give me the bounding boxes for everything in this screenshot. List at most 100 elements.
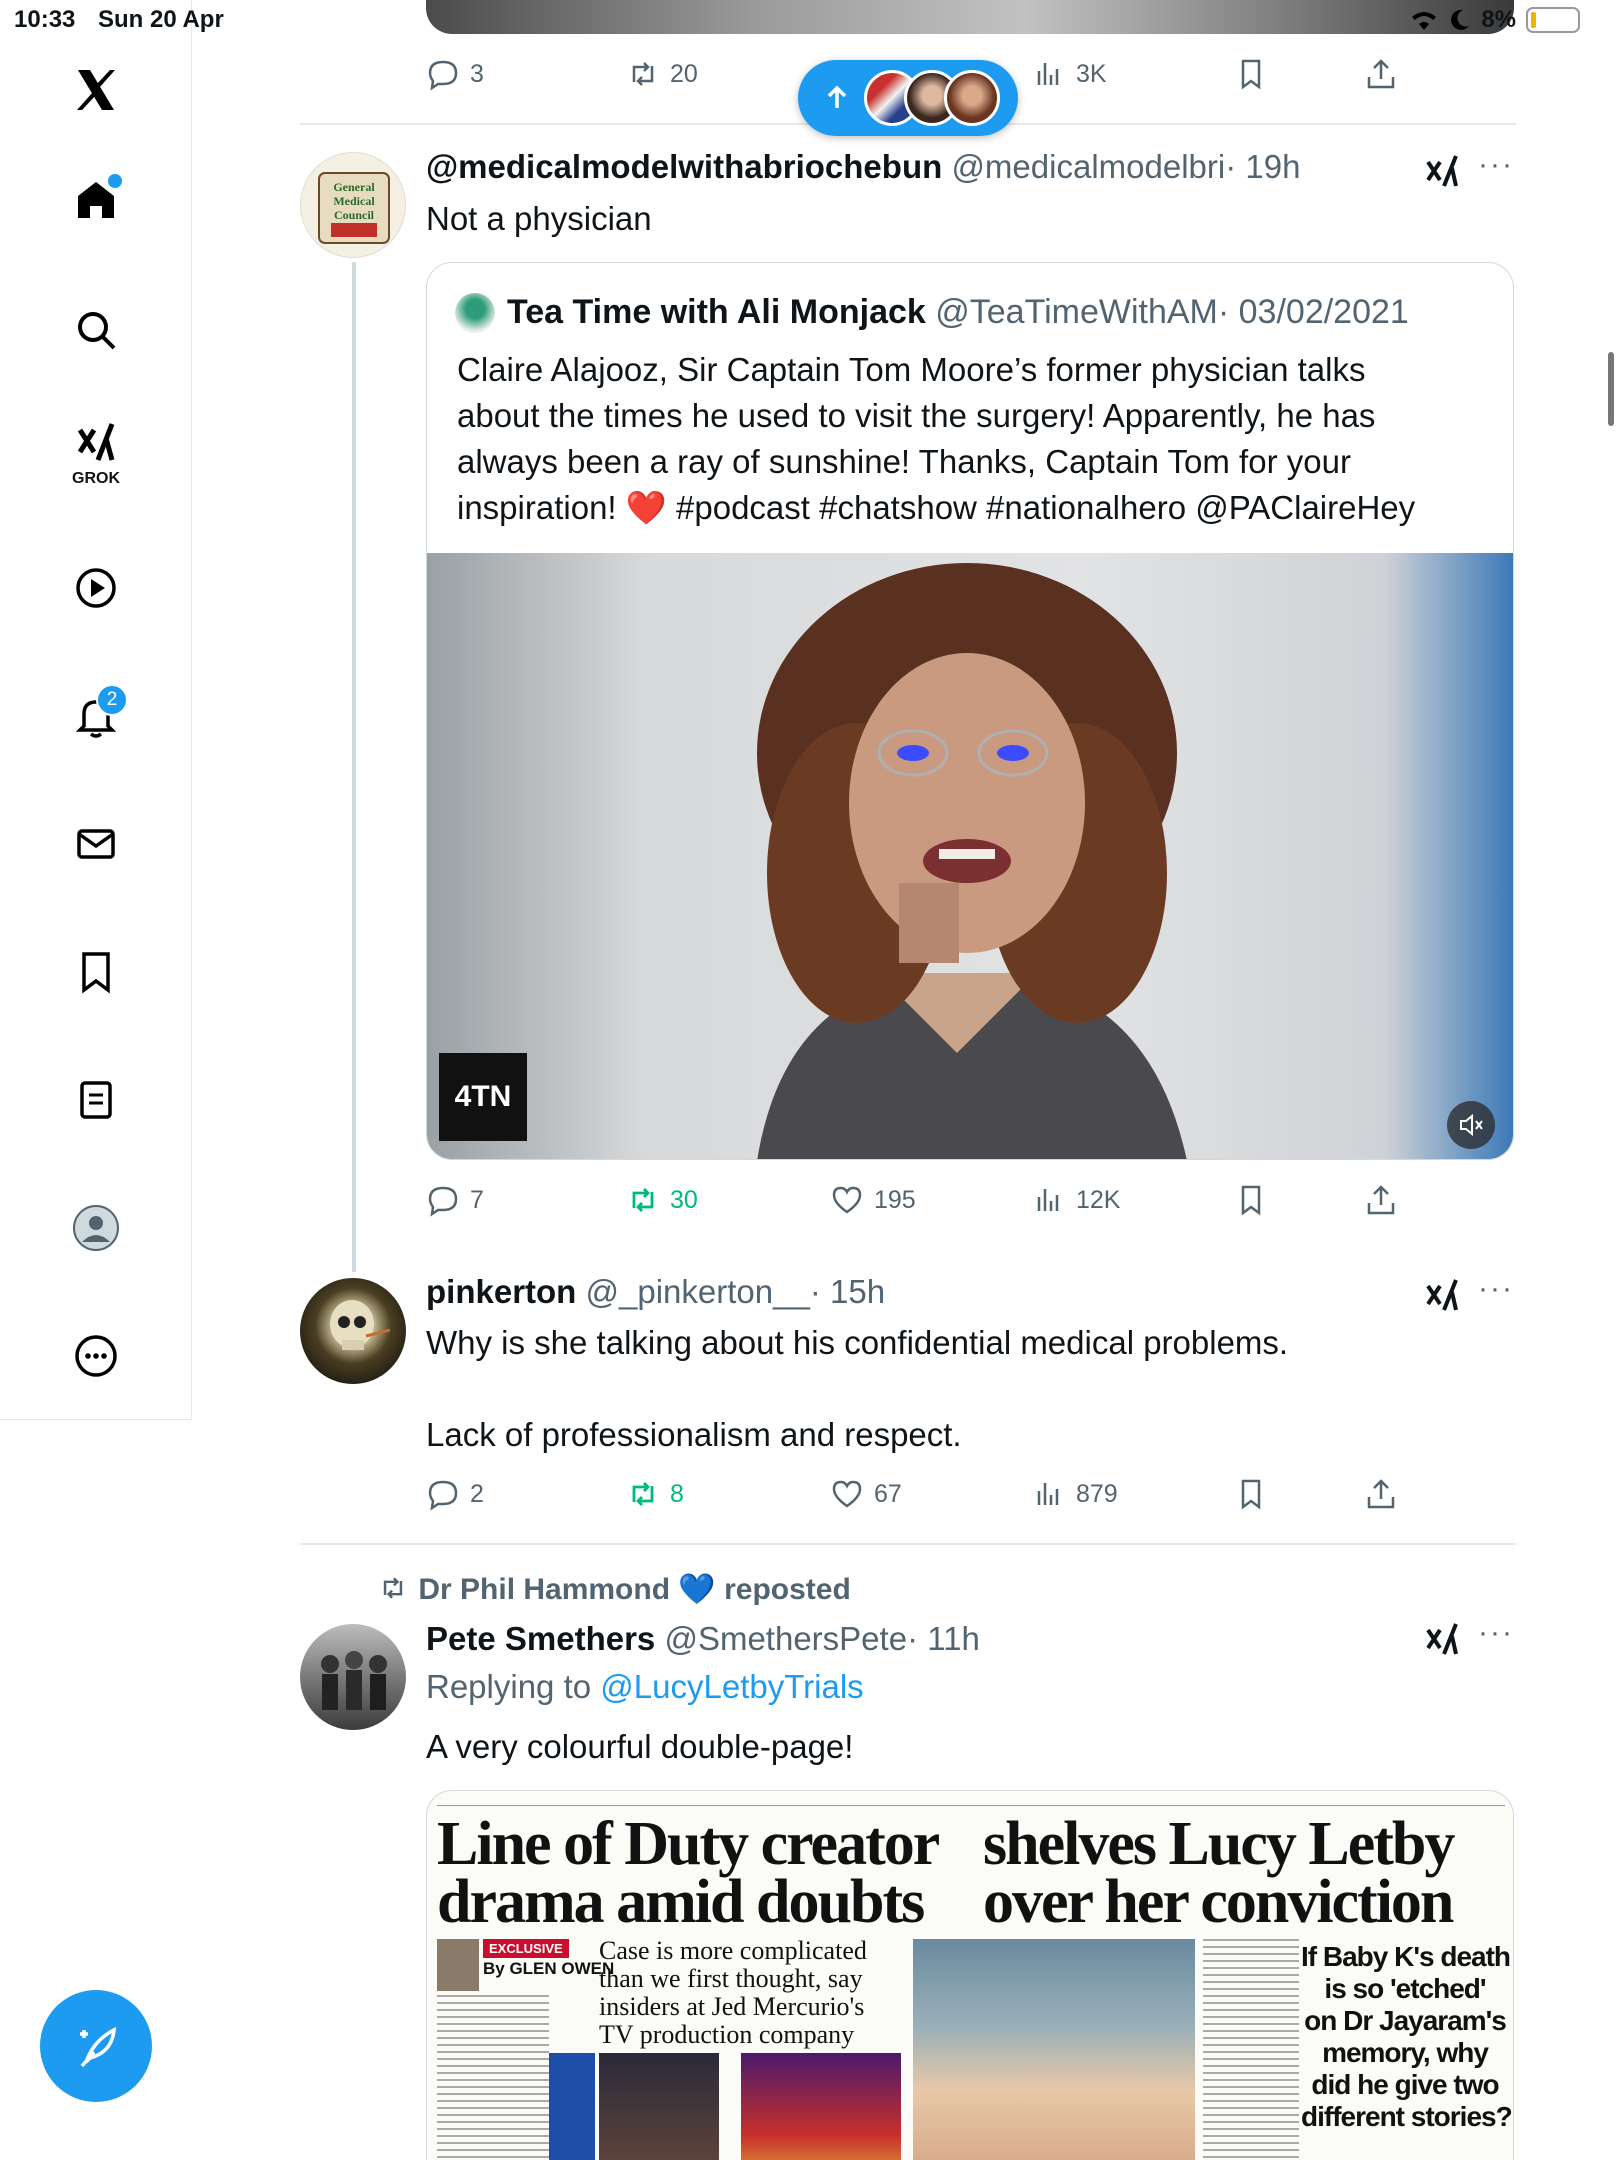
tweet-text: Not a physician [426,200,652,237]
timestamp[interactable]: · 15h [810,1273,885,1310]
display-name[interactable]: @medicalmodelwithabriochebun [426,148,942,185]
reply-button[interactable]: 2 [426,1474,484,1514]
like-count: 195 [874,1185,916,1214]
quote-text-line: always been a ray of sunshine! Thanks, C… [457,443,1351,480]
repost-button[interactable]: 30 [626,1180,698,1220]
repost-icon [632,1482,654,1506]
letby-photo [913,1939,1195,2160]
reply-icon [428,60,458,91]
new-posts-pill[interactable] [798,60,1018,136]
nav-lists[interactable] [52,1056,140,1144]
tweet-header: @medicalmodelwithabriochebun @medicalmod… [426,148,1300,186]
share-button[interactable] [1364,54,1398,94]
nav-home[interactable] [52,156,140,244]
bookmark-button[interactable] [1234,54,1268,94]
timestamp[interactable]: · 19h [1225,148,1300,185]
body-column [1203,1939,1299,2160]
nav-messages[interactable] [52,800,140,888]
side-headline-line: different stories? [1301,2101,1513,2132]
views-button[interactable]: 3K [1032,54,1107,94]
notification-badge: 2 [96,684,128,716]
avatar[interactable] [300,1278,406,1384]
video-player[interactable]: 4TN [427,553,1513,1159]
body-column [437,1995,549,2160]
video-person [757,563,1187,1159]
quoted-tweet[interactable]: Tea Time with Ali Monjack @TeaTimeWithAM… [426,262,1514,1160]
svg-text:Medical: Medical [333,194,375,208]
views-button[interactable]: 12K [1032,1180,1120,1220]
timestamp[interactable]: · 11h [907,1620,980,1657]
like-button[interactable]: 195 [830,1180,916,1220]
side-headline-line: on Dr Jayaram's [1304,2005,1507,2036]
handle[interactable]: @_pinkerton__ [586,1273,810,1310]
list-icon [80,1081,112,1119]
display-name[interactable]: Pete Smethers [426,1620,655,1657]
side-headline-line: memory, why [1322,2037,1489,2068]
quote-display-name: Tea Time with Ali Monjack [507,293,926,331]
group-photo [321,1651,387,1710]
sidebar: GROK 2 [0,0,192,1420]
tweet-text-line: Lack of professionalism and respect. [426,1416,962,1453]
repost-icon [632,62,654,86]
like-button[interactable]: 67 [830,1474,902,1514]
tweet-actions: 2 8 67 879 [426,1474,1516,1514]
bookmark-icon [1241,1479,1261,1510]
nav-grok[interactable]: GROK [52,410,140,498]
tweet-actions: 7 30 195 12K [426,1180,1516,1220]
quote-text: Claire Alajooz, Sir Captain Tom Moore’s … [457,347,1415,531]
bookmark-button[interactable] [1234,1474,1268,1514]
views-button[interactable]: 879 [1032,1474,1118,1514]
svg-text:General: General [333,180,375,194]
reposter-name[interactable]: Dr Phil Hammond [418,1573,670,1606]
bookmark-icon [1241,1185,1261,1216]
subheadline-line: than we first thought, say [599,1964,863,1993]
repost-button[interactable]: 8 [626,1474,684,1514]
nav-search[interactable] [52,286,140,374]
grok-explain-icon[interactable] [1424,1620,1462,1658]
repost-count: 8 [670,1479,684,1508]
views-icon [1037,63,1059,85]
avatar[interactable] [300,1624,406,1730]
more-options-icon[interactable]: ··· [1478,1272,1514,1306]
newspaper-image[interactable]: Line of Duty creator drama amid doubts s… [426,1790,1514,2160]
more-options-icon[interactable]: ··· [1478,148,1514,182]
reply-button[interactable]: 7 [426,1180,484,1220]
avatar[interactable]: General Medical Council [300,152,406,258]
nav-notifications[interactable]: 2 [52,672,140,760]
bookmark-button[interactable] [1234,1180,1268,1220]
more-options-icon[interactable]: ··· [1478,1616,1514,1650]
mail-icon [77,829,115,859]
repost-count: 30 [670,1185,698,1214]
reply-icon [428,1480,458,1511]
replying-handle[interactable]: @LucyLetbyTrials [600,1668,863,1705]
grok-explain-icon[interactable] [1424,152,1462,190]
reply-button[interactable]: 3 [426,54,484,94]
display-name[interactable]: pinkerton [426,1273,576,1310]
nav-more[interactable] [52,1312,140,1400]
share-button[interactable] [1364,1180,1398,1220]
share-button[interactable] [1364,1474,1398,1514]
nav-bookmarks[interactable] [52,928,140,1016]
nav-video[interactable] [52,544,140,632]
scrollbar[interactable] [1608,352,1614,426]
x-logo[interactable] [52,46,140,134]
play-icon [76,568,116,608]
battery-icon [1526,7,1580,33]
handle[interactable]: @SmethersPete [664,1620,907,1657]
bookmark-icon [1241,59,1261,90]
side-headline-line: If Baby K's death [1301,1941,1511,1972]
battery-percent: 8% [1481,6,1516,33]
replying-to: Replying to @LucyLetbyTrials [426,1668,864,1706]
news-photo [741,2053,901,2160]
handle[interactable]: @medicalmodelbri [951,148,1225,185]
mute-button[interactable] [1447,1101,1495,1149]
repost-icon [383,1577,403,1599]
reply-count: 3 [470,59,484,88]
compose-button[interactable] [40,1990,152,2102]
profile-icon [73,1205,119,1251]
status-time: 10:33 [14,6,76,33]
headline-right-2: over her conviction [983,1868,1454,1936]
repost-button[interactable]: 20 [626,54,698,94]
nav-profile[interactable] [52,1184,140,1272]
grok-explain-icon[interactable] [1424,1276,1462,1314]
